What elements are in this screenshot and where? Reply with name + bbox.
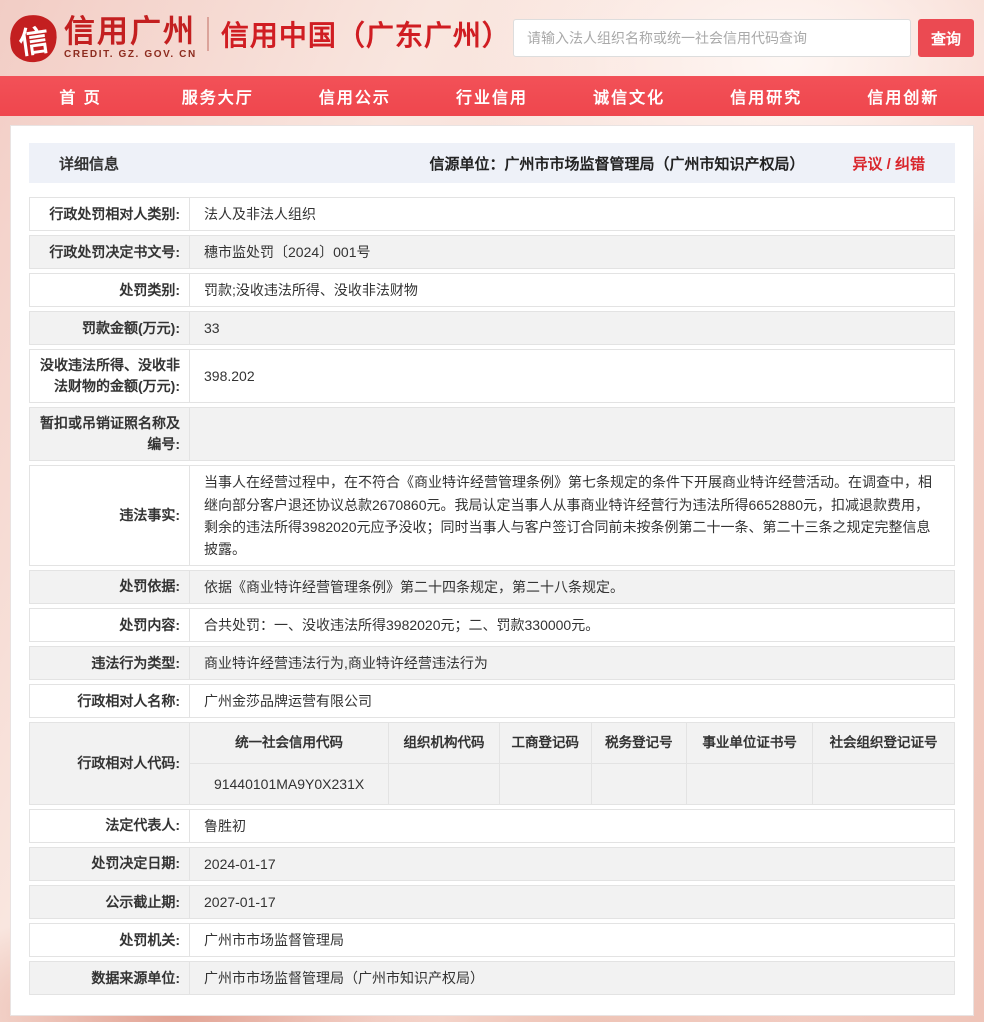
field-label: 违法行为类型: bbox=[30, 647, 190, 679]
table-row: 公示截止期:2027-01-17 bbox=[29, 885, 955, 919]
field-value: 广州金莎品牌运营有限公司 bbox=[190, 685, 954, 717]
codes-header-cell: 统一社会信用代码 bbox=[190, 723, 389, 763]
field-value: 罚款;没收违法所得、没收非法财物 bbox=[190, 274, 954, 306]
field-label: 行政处罚决定书文号: bbox=[30, 236, 190, 268]
field-label: 罚款金额(万元): bbox=[30, 312, 190, 344]
codes-value-cell bbox=[687, 763, 813, 804]
field-value: 法人及非法人组织 bbox=[190, 198, 954, 230]
brand: 信 信用广州 CREDIT. GZ. GOV. CN 信用中国（广东广州） bbox=[10, 14, 511, 62]
codes-header-cell: 事业单位证书号 bbox=[687, 723, 813, 763]
nav-item-5[interactable]: 诚信文化 bbox=[561, 76, 698, 116]
field-label: 行政相对人代码: bbox=[30, 723, 190, 803]
seal-character: 信 bbox=[16, 14, 52, 62]
field-label: 处罚机关: bbox=[30, 924, 190, 956]
field-label: 违法事实: bbox=[30, 466, 190, 564]
field-value: 33 bbox=[190, 312, 954, 344]
table-row: 处罚内容:合共处罚：一、没收违法所得3982020元；二、罚款330000元。 bbox=[29, 608, 955, 642]
nav-item-1[interactable]: 首 页 bbox=[12, 76, 149, 116]
field-value bbox=[190, 408, 954, 460]
table-row: 暂扣或吊销证照名称及编号: bbox=[29, 407, 955, 461]
field-label: 处罚内容: bbox=[30, 609, 190, 641]
codes-value-cell bbox=[591, 763, 687, 804]
field-value: 依据《商业特许经营管理条例》第二十四条规定，第二十八条规定。 bbox=[190, 571, 954, 603]
field-label: 暂扣或吊销证照名称及编号: bbox=[30, 408, 190, 460]
table-row: 违法事实:当事人在经营过程中，在不符合《商业特许经营管理条例》第七条规定的条件下… bbox=[29, 465, 955, 565]
field-value: 鲁胜初 bbox=[190, 810, 954, 842]
codes-value-cell bbox=[389, 763, 500, 804]
detail-header-right: 信源单位：广州市市场监督管理局（广州市知识产权局） 异议 / 纠错 bbox=[429, 143, 955, 183]
codes-header-cell: 税务登记号 bbox=[591, 723, 687, 763]
field-label: 没收违法所得、没收非法财物的金额(万元): bbox=[30, 350, 190, 402]
brand-text: 信用广州 CREDIT. GZ. GOV. CN bbox=[64, 16, 197, 60]
codes-value-cell: 91440101MA9Y0X231X bbox=[190, 763, 389, 804]
field-label: 处罚决定日期: bbox=[30, 848, 190, 880]
field-label: 法定代表人: bbox=[30, 810, 190, 842]
table-row: 数据来源单位:广州市市场监督管理局（广州市知识产权局） bbox=[29, 961, 955, 995]
table-row: 法定代表人:鲁胜初 bbox=[29, 809, 955, 843]
field-value: 广州市市场监督管理局 bbox=[190, 924, 954, 956]
field-value: 广州市市场监督管理局（广州市知识产权局） bbox=[190, 962, 954, 994]
search-input[interactable] bbox=[513, 19, 911, 57]
site-header: 信 信用广州 CREDIT. GZ. GOV. CN 信用中国（广东广州） 查询 bbox=[0, 0, 984, 76]
nav-item-3[interactable]: 信用公示 bbox=[286, 76, 423, 116]
source-unit-label: 信源单位：广州市市场监督管理局（广州市知识产权局） bbox=[429, 153, 804, 174]
codes-header-cell: 组织机构代码 bbox=[389, 723, 500, 763]
codes-value-cell bbox=[813, 763, 954, 804]
content-panel: 详细信息 信源单位：广州市市场监督管理局（广州市知识产权局） 异议 / 纠错 行… bbox=[10, 125, 974, 1016]
nav-item-7[interactable]: 信用创新 bbox=[835, 76, 972, 116]
brand-seal-icon: 信 bbox=[7, 11, 60, 64]
field-label: 处罚依据: bbox=[30, 571, 190, 603]
table-row: 处罚依据:依据《商业特许经营管理条例》第二十四条规定，第二十八条规定。 bbox=[29, 570, 955, 604]
codes-header-cell: 工商登记码 bbox=[499, 723, 591, 763]
site-name: 信用广州 bbox=[64, 16, 197, 47]
table-row: 处罚机关:广州市市场监督管理局 bbox=[29, 923, 955, 957]
appeal-correction-link[interactable]: 异议 / 纠错 bbox=[852, 153, 925, 174]
codes-header-cell: 社会组织登记证号 bbox=[813, 723, 954, 763]
field-value: 商业特许经营违法行为,商业特许经营违法行为 bbox=[190, 647, 954, 679]
table-row: 处罚类别:罚款;没收违法所得、没收非法财物 bbox=[29, 273, 955, 307]
field-label: 行政相对人名称: bbox=[30, 685, 190, 717]
field-label: 行政处罚相对人类别: bbox=[30, 198, 190, 230]
field-label: 数据来源单位: bbox=[30, 962, 190, 994]
main-nav: 首 页服务大厅信用公示行业信用诚信文化信用研究信用创新 bbox=[0, 76, 984, 116]
field-value: 当事人在经营过程中，在不符合《商业特许经营管理条例》第七条规定的条件下开展商业特… bbox=[190, 466, 954, 564]
codes-value-cell bbox=[499, 763, 591, 804]
table-row: 违法行为类型:商业特许经营违法行为,商业特许经营违法行为 bbox=[29, 646, 955, 680]
field-value: 398.202 bbox=[190, 350, 954, 402]
nav-item-2[interactable]: 服务大厅 bbox=[149, 76, 286, 116]
brand-divider bbox=[207, 17, 209, 51]
table-row: 行政处罚相对人类别:法人及非法人组织 bbox=[29, 197, 955, 231]
nav-item-6[interactable]: 信用研究 bbox=[698, 76, 835, 116]
site-domain: CREDIT. GZ. GOV. CN bbox=[64, 50, 197, 60]
table-row: 行政处罚决定书文号:穗市监处罚〔2024〕001号 bbox=[29, 235, 955, 269]
site-subtitle: 信用中国（广东广州） bbox=[221, 14, 511, 54]
table-row: 没收违法所得、没收非法财物的金额(万元):398.202 bbox=[29, 349, 955, 403]
table-row: 行政相对人代码:统一社会信用代码组织机构代码工商登记码税务登记号事业单位证书号社… bbox=[29, 722, 955, 804]
detail-header-left: 详细信息 bbox=[29, 143, 119, 183]
field-value: 合共处罚：一、没收违法所得3982020元；二、罚款330000元。 bbox=[190, 609, 954, 641]
field-value: 2024-01-17 bbox=[190, 848, 954, 880]
field-label: 公示截止期: bbox=[30, 886, 190, 918]
nav-item-4[interactable]: 行业信用 bbox=[423, 76, 560, 116]
field-value: 2027-01-17 bbox=[190, 886, 954, 918]
detail-header: 详细信息 信源单位：广州市市场监督管理局（广州市知识产权局） 异议 / 纠错 bbox=[29, 143, 955, 183]
table-row: 行政相对人名称:广州金莎品牌运营有限公司 bbox=[29, 684, 955, 718]
search-button[interactable]: 查询 bbox=[918, 19, 974, 57]
search-bar: 查询 bbox=[513, 19, 974, 57]
detail-table: 行政处罚相对人类别:法人及非法人组织行政处罚决定书文号:穗市监处罚〔2024〕0… bbox=[29, 197, 955, 995]
field-value: 穗市监处罚〔2024〕001号 bbox=[190, 236, 954, 268]
field-label: 处罚类别: bbox=[30, 274, 190, 306]
page-title: 详细信息 bbox=[59, 153, 119, 174]
table-row: 处罚决定日期:2024-01-17 bbox=[29, 847, 955, 881]
codes-table: 统一社会信用代码组织机构代码工商登记码税务登记号事业单位证书号社会组织登记证号 9… bbox=[190, 723, 954, 803]
table-row: 罚款金额(万元):33 bbox=[29, 311, 955, 345]
